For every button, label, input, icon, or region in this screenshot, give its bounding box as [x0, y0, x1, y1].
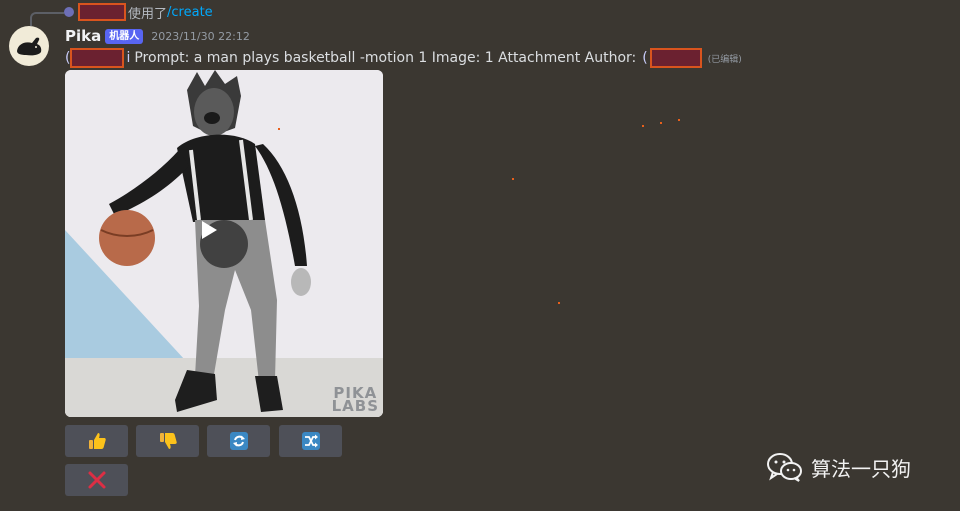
reply-reference[interactable]: 使用了 /create	[64, 3, 213, 22]
delete-button[interactable]	[65, 464, 128, 496]
thumbs-up-icon	[88, 433, 106, 449]
message-header: Pika 机器人 2023/11/30 22:12	[65, 26, 250, 46]
thumbs-down-icon	[159, 433, 177, 449]
command-link[interactable]: /create	[167, 5, 213, 20]
bot-badge: 机器人	[105, 28, 144, 44]
redacted-mention-right[interactable]	[649, 48, 702, 68]
thumbs-up-button[interactable]	[65, 425, 128, 457]
artifact-dot	[660, 122, 662, 124]
message-text: Prompt: a man plays basketball -motion 1…	[134, 50, 637, 66]
video-attachment[interactable]: PIKA LABS	[65, 70, 383, 417]
mention-suffix-left: i	[126, 50, 131, 66]
pika-labs-watermark: PIKA LABS	[331, 386, 379, 415]
artifact-dot	[512, 178, 514, 180]
wechat-account-name: 算法一只狗	[811, 456, 911, 481]
repeat-icon	[229, 432, 248, 450]
cross-mark-icon	[88, 471, 105, 489]
reply-spine	[30, 12, 64, 26]
edited-label: (已编辑)	[707, 54, 742, 65]
play-button[interactable]	[200, 220, 248, 268]
wechat-icon	[767, 453, 802, 482]
reply-avatar	[64, 7, 74, 17]
artifact-dot	[678, 119, 680, 121]
reply-text: 使用了	[128, 6, 168, 22]
artifact-dot	[558, 302, 560, 304]
artifact-dot	[278, 128, 280, 130]
bot-avatar[interactable]	[9, 26, 49, 66]
watermark-line-2: LABS	[331, 397, 379, 415]
redacted-username	[78, 3, 126, 21]
mention-prefix-right: (	[642, 50, 648, 66]
play-icon	[202, 221, 217, 239]
retry-button[interactable]	[207, 425, 270, 457]
shuffle-button[interactable]	[279, 425, 342, 457]
username[interactable]: Pika	[65, 27, 101, 45]
thumbs-down-button[interactable]	[136, 425, 199, 457]
wechat-watermark: 算法一只狗	[767, 452, 911, 482]
shuffle-icon	[301, 432, 320, 450]
message-content: ( i Prompt: a man plays basketball -moti…	[65, 48, 742, 68]
timestamp: 2023/11/30 22:12	[151, 29, 250, 43]
rabbit-icon	[17, 37, 42, 56]
redacted-mention-left[interactable]	[70, 48, 125, 68]
artifact-dot	[642, 125, 644, 127]
